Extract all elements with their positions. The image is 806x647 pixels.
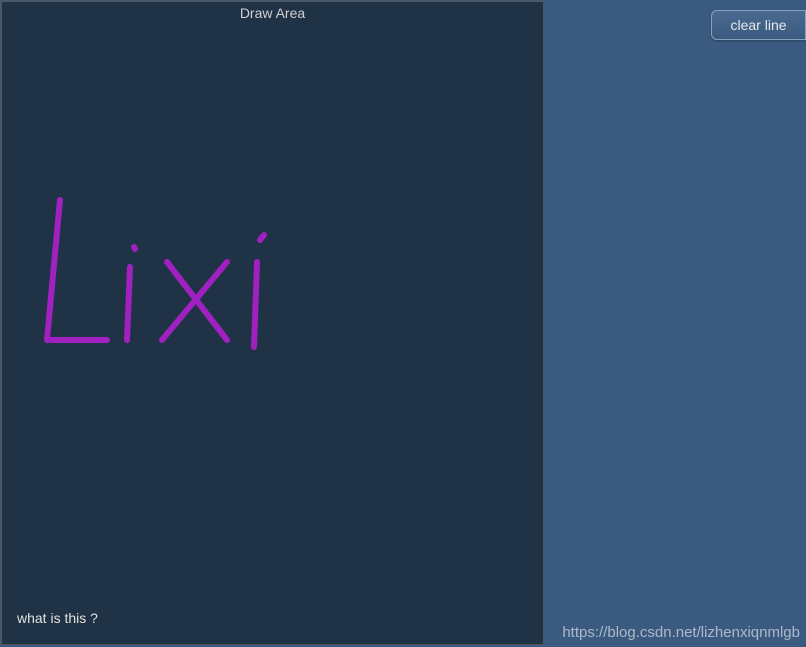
clear-line-button[interactable]: clear line [711, 10, 806, 40]
watermark-url: https://blog.csdn.net/lizhenxiqnmlgb [562, 624, 800, 641]
handwritten-content [32, 192, 292, 362]
bottom-label: what is this ? [17, 610, 98, 626]
draw-area-panel[interactable]: Draw Area what is this ? [1, 1, 544, 645]
draw-area-title: Draw Area [2, 2, 543, 21]
